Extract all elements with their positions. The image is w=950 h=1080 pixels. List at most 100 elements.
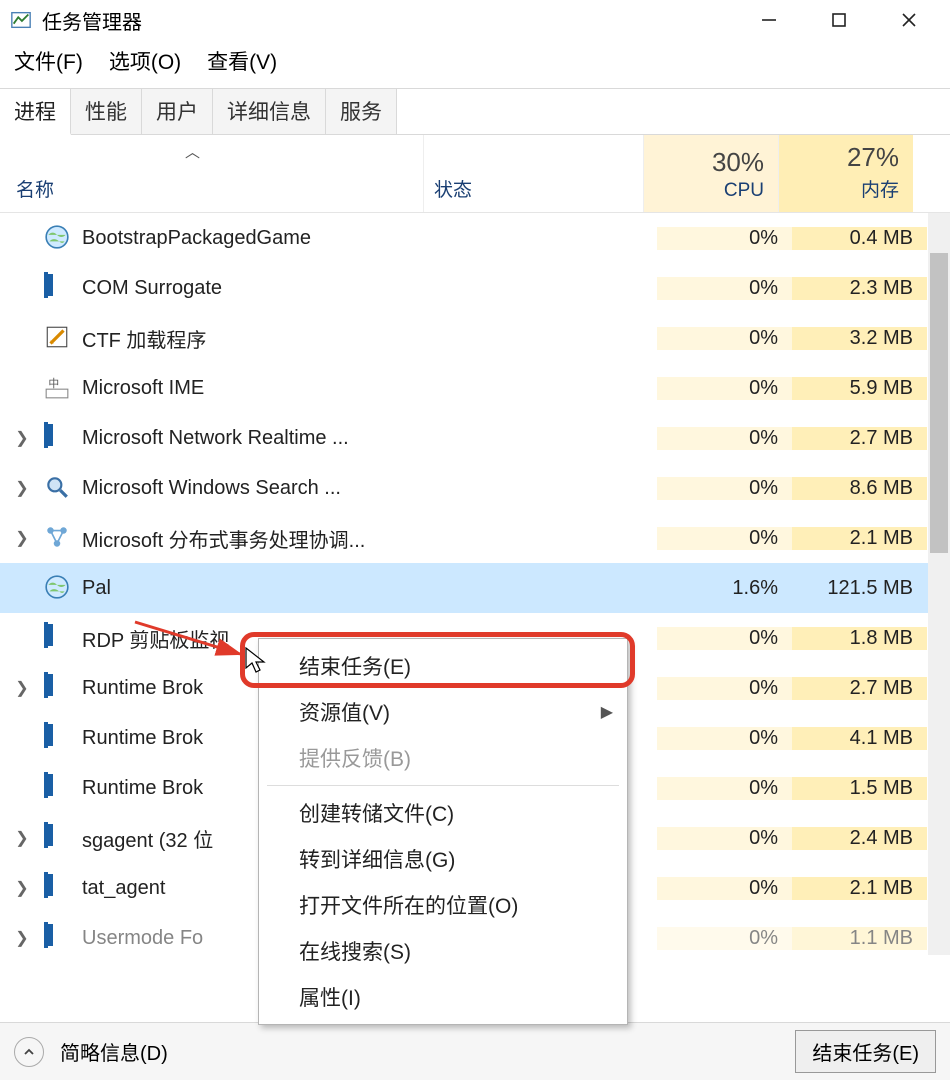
details-toggle-button[interactable] [14, 1037, 44, 1067]
process-row[interactable]: 中Microsoft IME0%5.9 MB [0, 363, 950, 413]
process-cpu: 0% [657, 427, 792, 450]
process-name: BootstrapPackagedGame [82, 227, 437, 250]
process-icon: 中 [44, 374, 72, 402]
expand-toggle[interactable]: ❯ [0, 828, 44, 848]
brief-info-label[interactable]: 简略信息(D) [60, 1037, 168, 1066]
column-memory-label: 内存 [861, 175, 899, 202]
svg-text:中: 中 [48, 377, 59, 390]
process-name: Microsoft 分布式事务处理协调... [82, 524, 437, 553]
process-memory: 1.8 MB [792, 627, 927, 650]
process-name: Microsoft Network Realtime ... [82, 427, 437, 450]
process-icon [44, 674, 72, 702]
minimize-button[interactable] [734, 0, 804, 40]
menu-view[interactable]: 查看(V) [207, 46, 277, 76]
process-row[interactable]: BootstrapPackagedGame 0%0.4 MB [0, 213, 950, 263]
process-name: Microsoft IME [82, 377, 437, 400]
app-icon [10, 9, 32, 31]
menu-resource-values[interactable]: 资源值(V) ▶ [259, 689, 627, 735]
maximize-button[interactable] [804, 0, 874, 40]
process-row[interactable]: CTF 加载程序0%3.2 MB [0, 313, 950, 363]
process-memory: 2.4 MB [792, 827, 927, 850]
process-icon [44, 624, 72, 652]
process-cpu: 1.6% [657, 577, 792, 600]
submenu-arrow-icon: ▶ [601, 702, 613, 722]
process-name: COM Surrogate [82, 277, 437, 300]
menu-open-location[interactable]: 打开文件所在的位置(O) [259, 882, 627, 928]
process-icon [44, 824, 72, 852]
process-cpu: 0% [657, 777, 792, 800]
column-status-label: 状态 [434, 175, 472, 202]
footer: 简略信息(D) 结束任务(E) [0, 1022, 950, 1080]
process-memory: 1.1 MB [792, 927, 927, 950]
tab-processes[interactable]: 进程 [0, 89, 71, 135]
tab-details[interactable]: 详细信息 [213, 89, 326, 134]
tab-users[interactable]: 用户 [142, 89, 213, 134]
process-row[interactable]: ❯ Microsoft 分布式事务处理协调... 0%2.1 MB [0, 513, 950, 563]
process-memory: 121.5 MB [792, 577, 927, 600]
process-icon [44, 924, 72, 952]
column-name[interactable]: ︿ 名称 [0, 135, 423, 212]
process-cpu: 0% [657, 877, 792, 900]
menu-options[interactable]: 选项(O) [109, 46, 181, 76]
expand-toggle[interactable]: ❯ [0, 878, 44, 898]
titlebar: 任务管理器 [0, 0, 950, 40]
process-memory: 2.3 MB [792, 277, 927, 300]
column-status[interactable]: 状态 [423, 135, 643, 212]
close-button[interactable] [874, 0, 944, 40]
expand-toggle[interactable]: ❯ [0, 428, 44, 448]
column-name-label: 名称 [16, 175, 423, 202]
process-cpu: 0% [657, 677, 792, 700]
menu-end-task[interactable]: 结束任务(E) [259, 643, 627, 689]
process-memory: 3.2 MB [792, 327, 927, 350]
process-cpu: 0% [657, 477, 792, 500]
process-row[interactable]: COM Surrogate 0%2.3 MB [0, 263, 950, 313]
column-memory[interactable]: 27% 内存 [778, 135, 913, 212]
process-icon [44, 224, 72, 252]
process-memory: 2.1 MB [792, 877, 927, 900]
scrollbar-thumb[interactable] [930, 253, 948, 553]
process-memory: 0.4 MB [792, 227, 927, 250]
cpu-total-percent: 30% [712, 147, 764, 178]
process-row[interactable]: ❯Microsoft Windows Search ...0%8.6 MB [0, 463, 950, 513]
process-name: Pal [82, 577, 437, 600]
process-icon [44, 474, 72, 502]
context-menu: 结束任务(E) 资源值(V) ▶ 提供反馈(B) 创建转储文件(C) 转到详细信… [258, 638, 628, 1025]
process-icon [44, 874, 72, 902]
process-cpu: 0% [657, 527, 792, 550]
vertical-scrollbar[interactable] [928, 213, 950, 955]
menu-file[interactable]: 文件(F) [14, 46, 83, 76]
process-memory: 4.1 MB [792, 727, 927, 750]
process-memory: 5.9 MB [792, 377, 927, 400]
menu-go-to-details[interactable]: 转到详细信息(G) [259, 836, 627, 882]
process-icon [44, 574, 72, 602]
menu-separator [267, 785, 619, 786]
process-icon [44, 524, 72, 552]
menu-properties[interactable]: 属性(I) [259, 974, 627, 1020]
process-icon [44, 774, 72, 802]
tab-performance[interactable]: 性能 [71, 89, 142, 134]
sort-indicator-icon: ︿ [185, 141, 200, 162]
process-icon [44, 274, 72, 302]
process-memory: 8.6 MB [792, 477, 927, 500]
process-icon [44, 324, 72, 352]
expand-toggle[interactable]: ❯ [0, 478, 44, 498]
column-cpu[interactable]: 30% CPU [643, 135, 778, 212]
expand-toggle[interactable]: ❯ [0, 928, 44, 948]
process-cpu: 0% [657, 927, 792, 950]
process-row[interactable]: Pal 1.6%121.5 MB [0, 563, 950, 613]
expand-toggle[interactable]: ❯ [0, 528, 44, 548]
end-task-button[interactable]: 结束任务(E) [795, 1030, 936, 1073]
process-memory: 2.1 MB [792, 527, 927, 550]
process-memory: 1.5 MB [792, 777, 927, 800]
menu-resource-values-label: 资源值(V) [299, 702, 390, 725]
process-cpu: 0% [657, 327, 792, 350]
tab-services[interactable]: 服务 [326, 89, 397, 134]
menu-create-dump[interactable]: 创建转储文件(C) [259, 790, 627, 836]
process-cpu: 0% [657, 227, 792, 250]
menu-search-online[interactable]: 在线搜索(S) [259, 928, 627, 974]
memory-total-percent: 27% [847, 142, 899, 173]
expand-toggle[interactable]: ❯ [0, 678, 44, 698]
process-cpu: 0% [657, 277, 792, 300]
process-row[interactable]: ❯Microsoft Network Realtime ...0%2.7 MB [0, 413, 950, 463]
process-icon [44, 424, 72, 452]
